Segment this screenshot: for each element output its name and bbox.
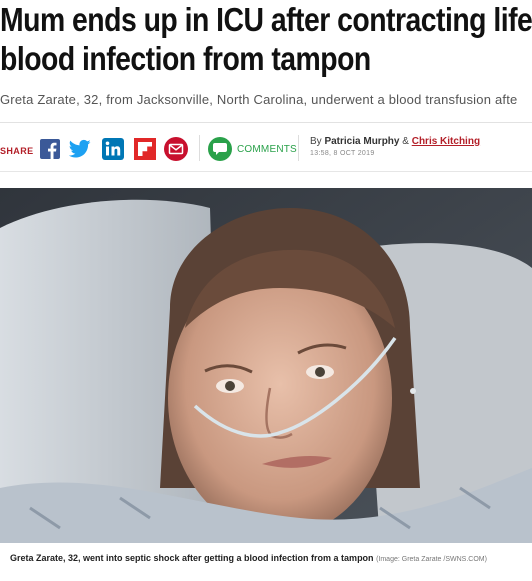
linkedin-share-button[interactable] [101,137,125,161]
byline-ampersand: & [402,136,409,147]
twitter-icon [69,139,91,158]
share-bar: SHARE COMMENTS By Patricia Murphy & Chri… [0,131,532,167]
publish-timestamp: 13:58, 8 OCT 2019 [310,150,375,157]
byline: By Patricia Murphy & Chris Kitching [310,136,480,147]
article-headline: Mum ends up in ICU after contracting lif… [0,0,532,78]
article-photo [0,188,532,543]
flipboard-share-button[interactable] [133,137,157,161]
photo-caption: Greta Zarate, 32, went into septic shock… [10,551,525,567]
divider [298,135,299,161]
email-share-button[interactable] [164,137,188,161]
share-label: SHARE [0,146,34,156]
facebook-icon [40,139,60,159]
divider [0,171,532,172]
facebook-share-button[interactable] [38,137,62,161]
author-link[interactable]: Chris Kitching [412,136,480,147]
comments-label: COMMENTS [237,143,297,155]
twitter-share-button[interactable] [68,137,92,161]
headline-line-2: blood infection from tampon [0,40,371,77]
headline-line-1: Mum ends up in ICU after contracting lif… [0,1,532,38]
linkedin-icon [102,138,124,160]
flipboard-icon [134,138,156,160]
comment-bubble-icon [208,137,232,161]
article-standfirst: Greta Zarate, 32, from Jacksonville, Nor… [0,92,518,107]
patient-in-hospital-bed-image [0,188,532,543]
comments-button[interactable]: COMMENTS [208,137,297,161]
caption-text: Greta Zarate, 32, went into septic shock… [10,553,374,563]
divider [199,135,200,161]
email-icon [164,137,188,161]
author-name[interactable]: Patricia Murphy [324,136,399,147]
divider [0,122,532,123]
photo-credit: (Image: Greta Zarate /SWNS.COM) [376,556,487,563]
byline-prefix: By [310,136,322,147]
